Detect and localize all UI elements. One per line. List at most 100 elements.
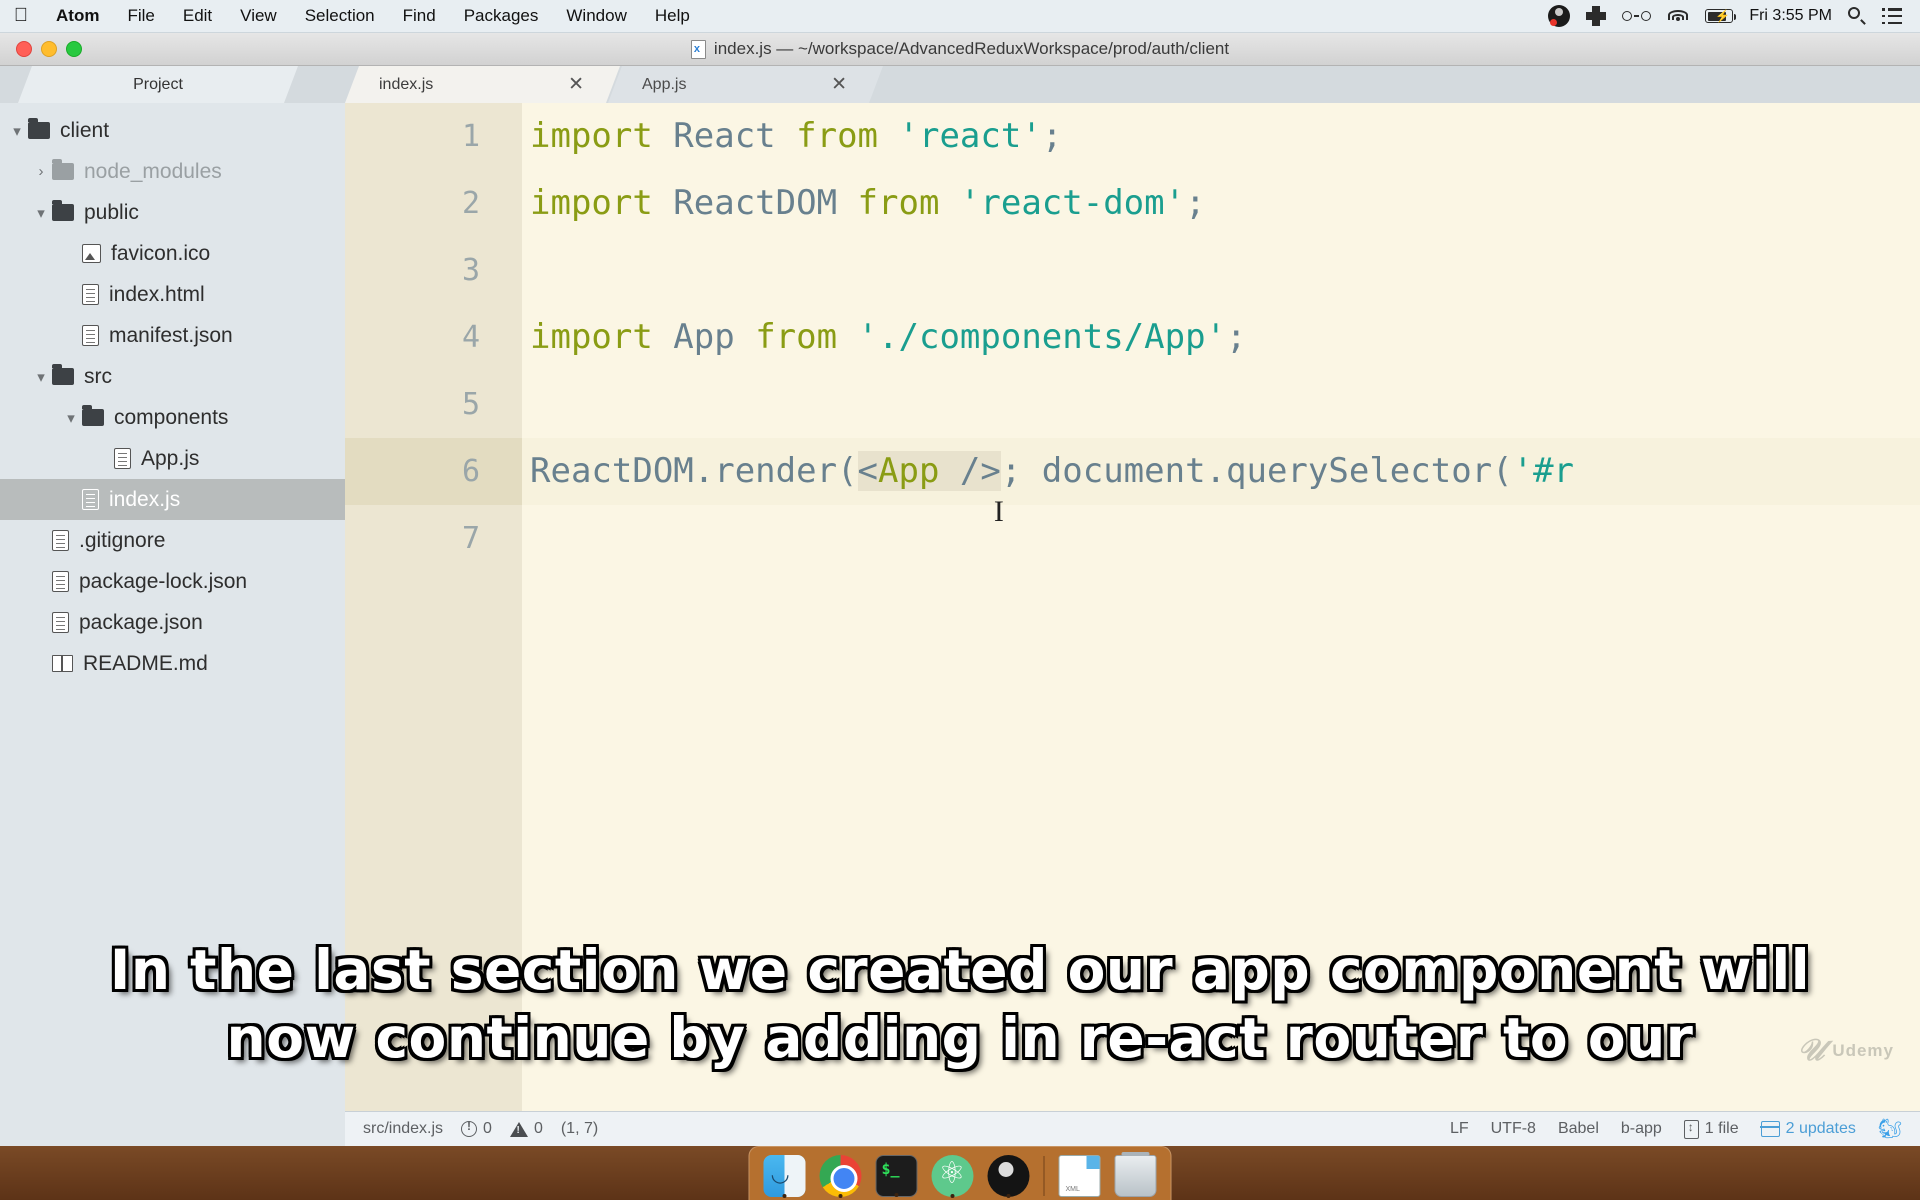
status-updates[interactable]: 2 updates <box>1759 1120 1856 1138</box>
line-number-7: 7 <box>461 521 480 556</box>
battery-icon[interactable]: ⚡ <box>1705 9 1737 23</box>
tab-index-js[interactable]: index.js ✕ <box>345 66 620 103</box>
chevron-right-icon[interactable]: › <box>30 163 52 180</box>
folder-icon <box>52 200 74 221</box>
close-icon[interactable]: ✕ <box>568 73 584 96</box>
macos-menubar:  Atom File Edit View Selection Find Pac… <box>0 0 1920 33</box>
tab-app-js-label: App.js <box>642 75 687 93</box>
control-center-icon[interactable] <box>1882 8 1902 24</box>
squirrel-icon[interactable]: 🐿 <box>1878 1117 1902 1141</box>
glasses-icon[interactable] <box>1622 11 1652 21</box>
line-number-5: 5 <box>461 387 480 422</box>
file-icon <box>82 325 99 346</box>
status-file-path[interactable]: src/index.js <box>363 1120 443 1138</box>
tree-item-src[interactable]: ▾ src <box>0 356 345 397</box>
obs-icon[interactable] <box>1548 5 1571 27</box>
code-token: ; <box>1185 183 1206 223</box>
code-text-area[interactable]: import React from 'react'; import ReactDO… <box>522 103 1920 1111</box>
chevron-down-icon[interactable]: ▾ <box>6 122 28 140</box>
folder-icon <box>52 159 74 180</box>
tree-item-node-modules[interactable]: › node_modules <box>0 151 345 192</box>
dock-xml-document-icon[interactable] <box>1058 1154 1101 1197</box>
macos-dock <box>748 1146 1172 1200</box>
line-number-1: 1 <box>461 119 480 154</box>
editor-pane: index.js ✕ App.js ✕ 1 2 3 4 5 6 7 import React… <box>345 66 1920 1146</box>
status-git-branch[interactable]: b-app <box>1621 1120 1662 1138</box>
menu-file[interactable]: File <box>113 0 168 33</box>
tree-item-index-html[interactable]: ›index.html <box>0 274 345 315</box>
wifi-icon[interactable] <box>1667 8 1689 24</box>
status-encoding[interactable]: UTF-8 <box>1491 1120 1536 1138</box>
editor-tabbar: index.js ✕ App.js ✕ <box>345 66 1920 103</box>
chevron-down-icon[interactable]: ▾ <box>30 368 52 386</box>
menu-edit[interactable]: Edit <box>169 0 226 33</box>
tree-item-label: package-lock.json <box>79 569 248 593</box>
tree-item-app-js[interactable]: ›App.js <box>0 438 345 479</box>
editor-body[interactable]: 1234567 import React from 'react'; import… <box>345 103 1920 1111</box>
close-icon[interactable]: ✕ <box>831 73 847 96</box>
cross-icon[interactable] <box>1586 6 1607 26</box>
status-line-ending[interactable]: LF <box>1450 1120 1469 1138</box>
menu-find[interactable]: Find <box>389 0 450 33</box>
status-file-changes-label: 1 file <box>1704 1120 1739 1137</box>
line-number-4: 4 <box>461 320 480 355</box>
tree-item-package-lock-json[interactable]: ›package-lock.json <box>0 561 345 602</box>
search-icon[interactable] <box>1848 7 1866 25</box>
dock-trash-icon[interactable] <box>1114 1151 1157 1197</box>
dock-obs-icon[interactable] <box>987 1154 1030 1198</box>
file-icon <box>52 612 69 633</box>
code-token: import <box>530 317 674 357</box>
tree-item-components[interactable]: ▾ components <box>0 397 345 438</box>
tree-item-public[interactable]: ▾ public <box>0 192 345 233</box>
tree-item-label: components <box>114 405 229 429</box>
code-token: document.querySelector( <box>1021 451 1513 491</box>
tree-item-readme-md[interactable]: ›README.md <box>0 643 345 684</box>
status-warnings[interactable]: 0 <box>509 1120 543 1138</box>
code-token: import <box>530 183 674 223</box>
status-file-changes[interactable]: 1 file <box>1683 1119 1739 1139</box>
code-token: App <box>673 317 735 357</box>
code-line-4[interactable]: import App from './components/App'; <box>522 304 1920 371</box>
code-line-2[interactable]: import ReactDOM from 'react-dom'; <box>522 170 1920 237</box>
line-number-6: 6 <box>345 438 522 505</box>
code-line-1[interactable]: import React from 'react'; <box>522 103 1920 170</box>
tree-item-manifest-json[interactable]: ›manifest.json <box>0 315 345 356</box>
tree-item-label: index.js <box>109 487 181 511</box>
menu-help[interactable]: Help <box>641 0 704 33</box>
tree-item-label: src <box>84 364 112 388</box>
tree-item-client[interactable]: ▾ client <box>0 110 345 151</box>
file-changes-icon <box>1683 1119 1699 1139</box>
tree-item-index-js[interactable]: ›index.js <box>0 479 345 520</box>
status-errors[interactable]: 0 <box>461 1119 492 1138</box>
dock-terminal-icon[interactable] <box>875 1154 918 1197</box>
tab-project[interactable]: Project <box>18 66 298 103</box>
tree-item-package-json[interactable]: ›package.json <box>0 602 345 643</box>
dock-atom-icon[interactable] <box>931 1154 974 1198</box>
menu-window[interactable]: Window <box>552 0 640 33</box>
window-body: Project ▾ client › node_modules ▾ public ›favi… <box>0 66 1920 1146</box>
chevron-down-icon[interactable]: ▾ <box>60 409 82 427</box>
dock-chrome-icon[interactable] <box>819 1154 862 1198</box>
tree-item-favicon-ico[interactable]: ›favicon.ico <box>0 233 345 274</box>
tree-item--gitignore[interactable]: ›.gitignore <box>0 520 345 561</box>
code-line-7[interactable] <box>522 505 1920 572</box>
code-line-3[interactable] <box>522 237 1920 304</box>
status-cursor-position[interactable]: (1, 7) <box>561 1120 598 1138</box>
tab-app-js[interactable]: App.js ✕ <box>608 66 883 103</box>
chevron-down-icon[interactable]: ▾ <box>30 204 52 222</box>
tree-item-label: client <box>60 118 110 142</box>
menu-packages[interactable]: Packages <box>450 0 553 33</box>
status-grammar[interactable]: Babel <box>1558 1120 1599 1138</box>
atom-window: index.js — ~/workspace/AdvancedReduxWork… <box>0 33 1920 1146</box>
menu-view[interactable]: View <box>226 0 291 33</box>
menubar-clock[interactable]: Fri 3:55 PM <box>1749 7 1832 25</box>
menu-atom[interactable]: Atom <box>42 0 113 33</box>
code-line-5[interactable] <box>522 371 1920 438</box>
dock-finder-icon[interactable] <box>763 1154 806 1198</box>
file-icon <box>82 489 99 510</box>
code-line-6[interactable]: ReactDOM.render(<App />; document.queryS… <box>522 438 1920 545</box>
apple-logo-icon[interactable]:  <box>0 5 42 27</box>
tree-item-label: package.json <box>79 610 203 634</box>
menu-selection[interactable]: Selection <box>291 0 389 33</box>
